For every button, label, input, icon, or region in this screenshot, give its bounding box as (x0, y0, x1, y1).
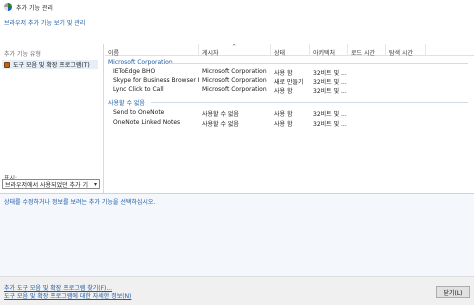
column-divider[interactable] (425, 44, 426, 56)
column-divider[interactable] (270, 44, 271, 56)
column-status[interactable]: 상태 (274, 48, 285, 57)
addon-name: IEToEdge BHO (113, 68, 156, 75)
addon-name: Skype for Business Browser He... (113, 77, 199, 84)
addon-status: 사용 함 (274, 111, 293, 118)
show-filter-select[interactable]: 브라우저에서 사용되었던 추가 기 ▾ (2, 179, 100, 189)
addon-status: 사용 함 (274, 121, 293, 128)
addon-publisher: Microsoft Corporation (202, 68, 267, 75)
group-header: 사용할 수 없음 (108, 100, 145, 107)
page-heading: 브라우저 추가 기능 보기 및 관리 (4, 20, 86, 27)
window-title: 추가 기능 관리 (16, 4, 53, 12)
table-row[interactable]: Send to OneNote 사용할 수 없음 사용 함 32비트 및 ... (105, 108, 474, 118)
addon-name: Send to OneNote (113, 109, 165, 116)
table-row[interactable]: Lync Click to Call Microsoft Corporation… (105, 85, 474, 95)
table-row[interactable]: OneNote Linked Notes 사용할 수 없음 사용 함 32비트 … (105, 118, 474, 128)
column-architecture[interactable]: 아키텍처 (313, 48, 335, 57)
column-header-row: ^ 이름 게시자 상태 아키텍처 로드 시간 탐색 시간 (105, 44, 474, 57)
addon-list: ^ 이름 게시자 상태 아키텍처 로드 시간 탐색 시간 Microsoft C… (105, 44, 474, 193)
column-divider[interactable] (385, 44, 386, 56)
addon-architecture: 32비트 및 ... (313, 121, 347, 128)
addon-status: 사용 함 (274, 88, 293, 95)
app-icon (4, 3, 12, 11)
column-navigation-time[interactable]: 탐색 시간 (389, 48, 413, 57)
addon-publisher: 사용할 수 없음 (202, 111, 239, 118)
column-load-time[interactable]: 로드 시간 (351, 48, 375, 57)
column-name[interactable]: 이름 (108, 48, 119, 57)
column-divider[interactable] (347, 44, 348, 56)
column-divider[interactable] (309, 44, 310, 56)
chevron-down-icon: ▾ (93, 181, 97, 188)
details-pane: 상태를 수정하거나 정보를 보려는 추가 기능을 선택하십시오. (0, 193, 474, 276)
table-row[interactable]: IEToEdge BHO Microsoft Corporation 사용 함 … (105, 67, 474, 77)
footer: 추가 도구 모음 및 확장 프로그램 찾기(F)... 도구 모음 및 확장 프… (0, 276, 474, 305)
show-filter-value: 브라우저에서 사용되었던 추가 기 (5, 181, 89, 189)
toolbar-extension-icon (4, 61, 10, 68)
addon-architecture: 32비트 및 ... (313, 111, 347, 118)
addon-publisher: Microsoft Corporation (202, 86, 267, 93)
details-hint: 상태를 수정하거나 정보를 보려는 추가 기능을 선택하십시오. (4, 199, 156, 206)
column-divider[interactable] (198, 44, 199, 56)
addon-type-title: 추가 기능 유형 (4, 51, 41, 58)
addon-type-pane: 추가 기능 유형 도구 모음 및 확장 프로그램(T) 표시: 브라우저에서 사… (0, 44, 104, 193)
column-publisher[interactable]: 게시자 (202, 48, 219, 57)
addon-type-label: 도구 모음 및 확장 프로그램(T) (13, 62, 90, 69)
title-bar: 추가 기능 관리 (0, 0, 474, 14)
addon-type-toolbars-extensions[interactable]: 도구 모음 및 확장 프로그램(T) (2, 60, 98, 69)
sort-ascending-icon: ^ (232, 44, 237, 50)
addon-architecture: 32비트 및 ... (313, 88, 347, 95)
group-divider (168, 63, 468, 64)
table-row[interactable]: Skype for Business Browser He... Microso… (105, 76, 474, 86)
close-button[interactable]: 닫기(L) (436, 286, 470, 298)
group-header: Microsoft Corporation (108, 59, 173, 66)
group-divider (151, 102, 468, 103)
addon-publisher: Microsoft Corporation (202, 77, 267, 84)
learn-more-addons-link[interactable]: 도구 모음 및 확장 프로그램에 대한 자세한 정보(N) (4, 291, 131, 300)
close-button-label: 닫기(L) (443, 289, 463, 297)
addon-name: OneNote Linked Notes (113, 119, 181, 126)
addon-publisher: 사용할 수 없음 (202, 121, 239, 128)
addon-name: Lync Click to Call (113, 86, 164, 93)
